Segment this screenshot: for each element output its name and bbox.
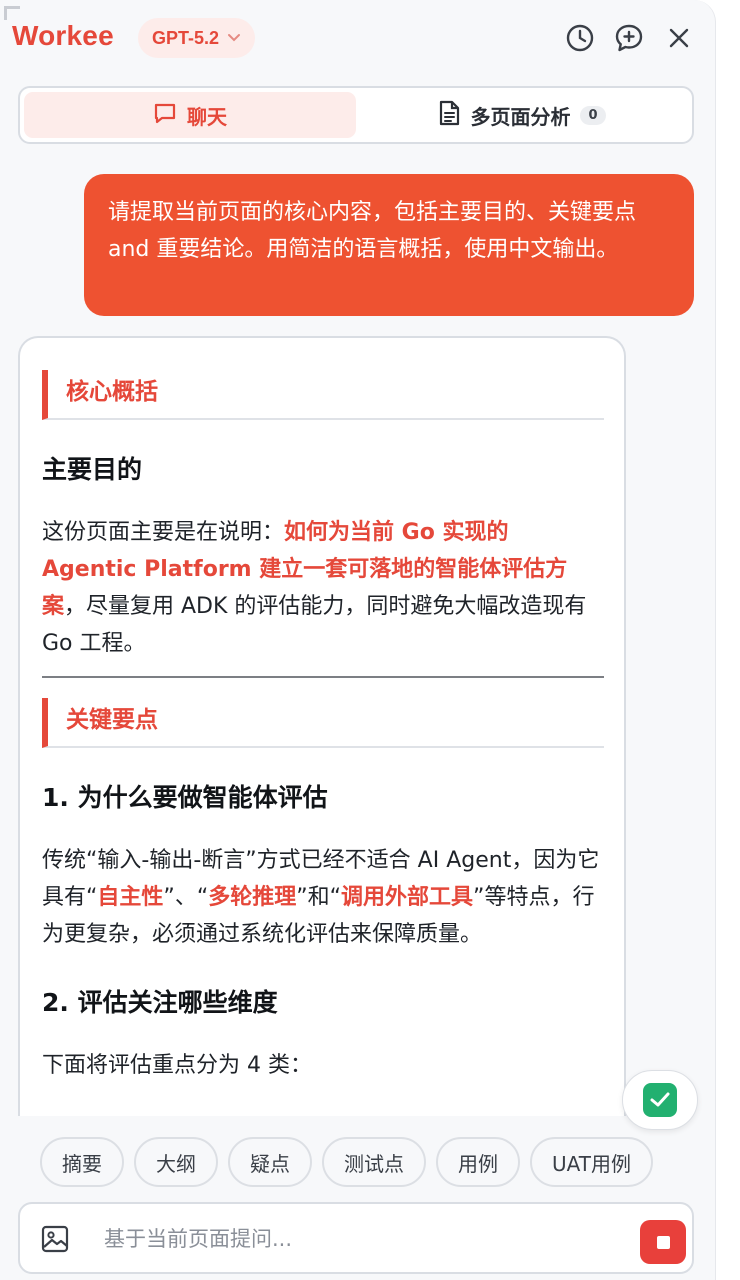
chevron-down-icon	[227, 31, 241, 46]
stop-icon	[656, 1235, 670, 1249]
chat-bubble-icon	[153, 101, 177, 130]
chip-doubts[interactable]: 疑点	[228, 1137, 312, 1187]
point-1-heading: 1. 为什么要做智能体评估	[42, 783, 328, 812]
assistant-answer-card: 核心概括 主要目的 这份页面主要是在说明：如何为当前 Go 实现的 Agenti…	[18, 336, 626, 1116]
app-logo: Workee	[12, 20, 114, 51]
chip-test-points[interactable]: 测试点	[322, 1137, 426, 1187]
close-icon[interactable]	[661, 20, 697, 56]
check-icon	[643, 1083, 677, 1117]
tab-multi-page-analysis[interactable]: 多页面分析 0	[356, 92, 688, 138]
purpose-paragraph: 这份页面主要是在说明：如何为当前 Go 实现的 Agentic Platform…	[42, 520, 587, 656]
tab-multi-page-label: 多页面分析	[470, 104, 571, 129]
chip-summary[interactable]: 摘要	[40, 1137, 124, 1187]
point-1-paragraph: 传统“输入-输出-断言”方式已经不适合 AI Agent，因为它具有“自主性”、…	[42, 848, 600, 947]
point-2-heading: 2. 评估关注哪些维度	[42, 988, 278, 1017]
chip-uat-use-cases[interactable]: UAT用例	[530, 1137, 653, 1187]
model-selector[interactable]: GPT-5.2	[138, 18, 256, 58]
point-2-paragraph: 下面将评估重点分为 4 类：	[42, 1053, 312, 1078]
quick-actions: 摘要 大纲 疑点 测试点 用例 UAT用例	[40, 1137, 653, 1187]
task-status-button[interactable]	[622, 1070, 698, 1130]
purpose-heading: 主要目的	[42, 455, 143, 484]
document-icon	[438, 100, 460, 131]
image-upload-icon[interactable]	[40, 1224, 70, 1254]
stop-generation-button[interactable]	[640, 1220, 686, 1264]
section-heading-core: 核心概括	[42, 370, 604, 420]
history-icon[interactable]	[562, 20, 598, 56]
user-message-bubble: 请提取当前页面的核心内容，包括主要目的、关键要点 and 重要结论。用简洁的语言…	[84, 174, 694, 316]
question-input[interactable]	[104, 1220, 624, 1258]
section-heading-key-points: 关键要点	[42, 698, 604, 748]
horizontal-divider	[42, 676, 604, 678]
new-chat-icon[interactable]	[611, 20, 647, 56]
tab-chat[interactable]: 聊天	[24, 92, 356, 138]
tab-bar: 聊天 多页面分析 0	[18, 86, 694, 144]
tab-chat-label: 聊天	[187, 104, 227, 129]
resize-corner-icon[interactable]	[4, 6, 20, 20]
model-name: GPT-5.2	[152, 27, 220, 48]
composer	[18, 1202, 694, 1274]
chip-outline[interactable]: 大纲	[134, 1137, 218, 1187]
side-panel: Workee GPT-5.2 聊天 多页面分析 0 请提取当前页面的核心内容，包…	[0, 0, 716, 1280]
chip-use-cases[interactable]: 用例	[436, 1137, 520, 1187]
count-badge: 0	[580, 105, 606, 125]
